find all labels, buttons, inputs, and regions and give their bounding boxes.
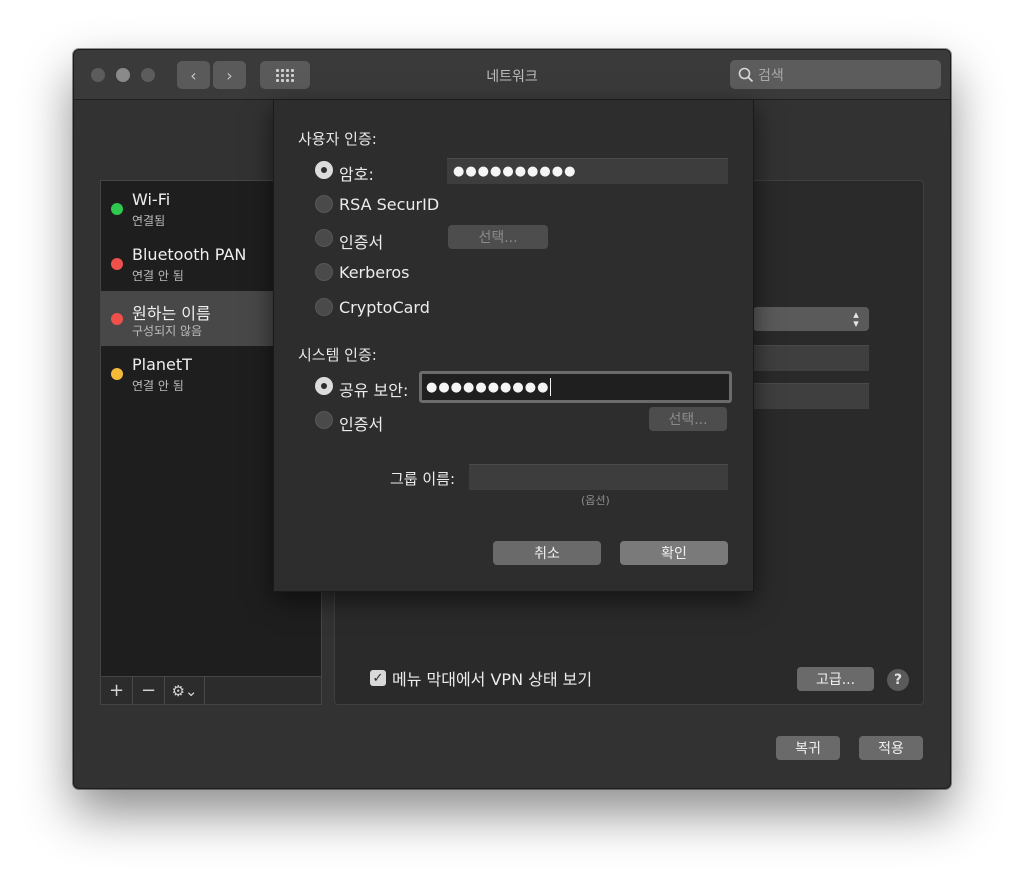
authentication-settings-sheet: 사용자 인증: 암호: ●●●●●●●●●● RSA SecurID 인증서 선… [273, 100, 754, 592]
revert-button[interactable]: 복귀 [776, 736, 840, 760]
account-name-field[interactable] [753, 383, 869, 409]
status-dot-icon [111, 368, 123, 380]
shared-secret-value: ●●●●●●●●●● [426, 379, 550, 395]
service-name: PlanetT [132, 355, 192, 374]
status-dot-icon [111, 258, 123, 270]
radio-system-certificate-label: 인증서 [339, 415, 384, 434]
radio-user-certificate-label: 인증서 [339, 233, 384, 252]
action-menu-button[interactable]: ⚙⌄ [165, 677, 205, 704]
help-icon: ? [893, 672, 903, 688]
minus-icon: − [140, 680, 157, 701]
gear-icon: ⚙⌄ [171, 681, 198, 700]
radio-password[interactable] [315, 161, 333, 179]
system-auth-heading: 시스템 인증: [298, 346, 377, 364]
group-name-hint: (옵션) [581, 494, 610, 507]
service-list-toolbar: + − ⚙⌄ [100, 677, 322, 705]
server-address-field[interactable] [753, 345, 869, 371]
title-bar: ‹ › 네트워크 검색 [74, 50, 950, 100]
radio-user-certificate[interactable] [315, 229, 333, 247]
radio-cryptocard-label: CryptoCard [339, 298, 430, 317]
system-cert-select-button[interactable]: 선택... [649, 407, 727, 431]
user-password-field[interactable]: ●●●●●●●●●● [447, 158, 728, 184]
radio-rsa-securid[interactable] [315, 195, 333, 213]
radio-shared-secret[interactable] [315, 377, 333, 395]
service-name: Bluetooth PAN [132, 245, 247, 264]
search-field[interactable]: 검색 [730, 60, 941, 89]
group-name-label: 그룹 이름: [390, 470, 456, 488]
radio-system-certificate[interactable] [315, 411, 333, 429]
plus-icon: + [108, 680, 125, 701]
add-service-button[interactable]: + [101, 677, 133, 704]
show-vpn-status-label: 메뉴 막대에서 VPN 상태 보기 [392, 670, 593, 689]
radio-rsa-securid-label: RSA SecurID [339, 195, 440, 214]
text-caret [550, 378, 552, 396]
user-auth-heading: 사용자 인증: [298, 130, 377, 148]
checkmark-icon: ✓ [370, 670, 386, 686]
shared-secret-field[interactable]: ●●●●●●●●●● [419, 371, 732, 403]
service-name: 원하는 이름 [132, 304, 211, 323]
radio-kerberos-label: Kerberos [339, 263, 410, 282]
search-icon [738, 67, 754, 82]
service-status: 구성되지 않음 [132, 324, 203, 338]
apply-button[interactable]: 적용 [859, 736, 923, 760]
status-dot-icon [111, 313, 123, 325]
updown-chevron-icon: ▴ ▾ [853, 308, 859, 330]
cancel-button[interactable]: 취소 [493, 541, 601, 565]
remove-service-button[interactable]: − [133, 677, 165, 704]
user-cert-select-button[interactable]: 선택... [448, 225, 548, 249]
configuration-popup[interactable]: ▴ ▾ [753, 307, 869, 331]
status-dot-icon [111, 203, 123, 215]
service-name: Wi-Fi [132, 190, 171, 209]
search-placeholder: 검색 [758, 67, 784, 84]
network-preferences-window: ‹ › 네트워크 검색 Wi-Fi 연결됨 Bluetooth PAN 연결 안… [73, 49, 951, 789]
show-vpn-status-checkbox[interactable]: ✓ 메뉴 막대에서 VPN 상태 보기 [370, 666, 592, 690]
service-status: 연결 안 됨 [132, 379, 184, 393]
service-status: 연결됨 [132, 214, 166, 228]
radio-kerberos[interactable] [315, 263, 333, 281]
radio-password-label: 암호: [339, 165, 374, 184]
radio-shared-secret-label: 공유 보안: [339, 381, 409, 400]
advanced-button[interactable]: 고급... [797, 667, 874, 691]
help-button[interactable]: ? [887, 669, 909, 691]
group-name-field[interactable] [469, 464, 728, 490]
radio-cryptocard[interactable] [315, 298, 333, 316]
ok-button[interactable]: 확인 [620, 541, 728, 565]
service-status: 연결 안 됨 [132, 269, 184, 283]
